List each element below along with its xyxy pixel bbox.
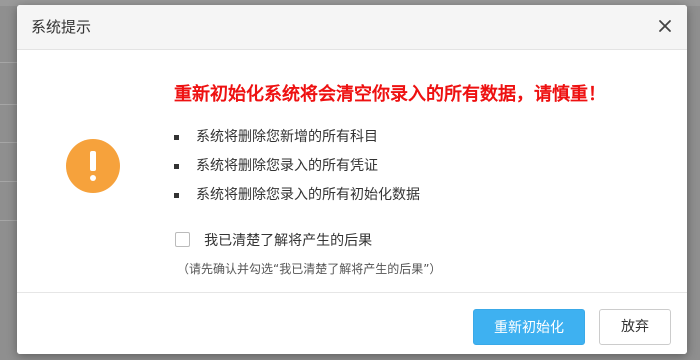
dialog-footer: 重新初始化 放弃 bbox=[17, 292, 687, 354]
acknowledge-label[interactable]: 我已清楚了解将产生的后果 bbox=[204, 231, 372, 251]
background-divider bbox=[0, 104, 18, 105]
dialog-header: 系统提示 bbox=[17, 5, 687, 50]
consequence-list: 系统将删除您新增的所有科目 系统将删除您录入的所有凭证 系统将删除您录入的所有初… bbox=[174, 123, 420, 210]
bullet-icon bbox=[174, 135, 179, 140]
cancel-button[interactable]: 放弃 bbox=[599, 309, 671, 345]
warning-headline: 重新初始化系统将会清空你录入的所有数据，请慎重！ bbox=[174, 84, 606, 105]
acknowledge-hint: （请先确认并勾选“我已清楚了解将产生的后果”） bbox=[177, 262, 442, 276]
background-divider bbox=[0, 181, 18, 182]
acknowledge-checkbox[interactable] bbox=[175, 232, 190, 247]
bullet-icon bbox=[174, 193, 179, 198]
list-item-text: 系统将删除您录入的所有凭证 bbox=[196, 158, 378, 174]
dialog-title: 系统提示 bbox=[31, 18, 92, 36]
background-divider bbox=[0, 220, 18, 221]
bullet-icon bbox=[174, 164, 179, 169]
warning-icon bbox=[66, 139, 120, 193]
close-icon bbox=[659, 20, 671, 32]
list-item: 系统将删除您新增的所有科目 bbox=[174, 123, 420, 152]
list-item-text: 系统将删除您录入的所有初始化数据 bbox=[196, 187, 420, 203]
background-divider bbox=[0, 142, 18, 143]
list-item: 系统将删除您录入的所有凭证 bbox=[174, 152, 420, 181]
list-item: 系统将删除您录入的所有初始化数据 bbox=[174, 181, 420, 210]
close-button[interactable] bbox=[655, 16, 675, 36]
list-item-text: 系统将删除您新增的所有科目 bbox=[196, 129, 378, 145]
reinitialize-button[interactable]: 重新初始化 bbox=[473, 309, 585, 345]
background-divider bbox=[0, 62, 18, 63]
system-prompt-dialog: 系统提示 重新初始化系统将会清空你录入的所有数据，请慎重！ 系统将删除您新增的所… bbox=[17, 5, 687, 354]
acknowledge-row[interactable]: 我已清楚了解将产生的后果 bbox=[175, 230, 372, 250]
